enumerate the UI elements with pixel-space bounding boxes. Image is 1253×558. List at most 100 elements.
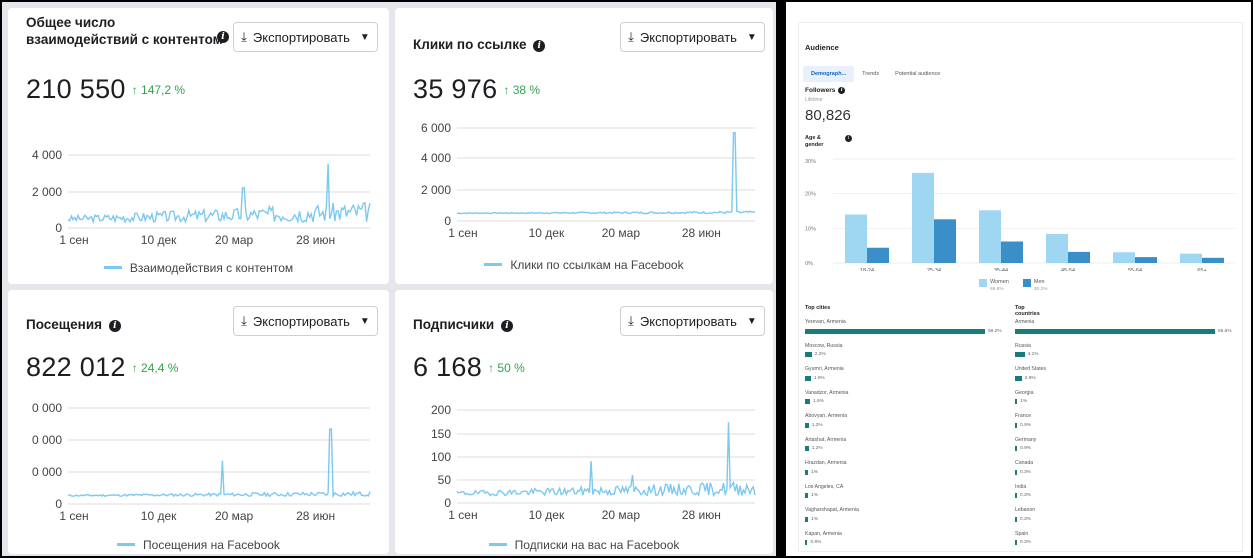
visits-card: Посещения i ⤓ Экспортировать ▼ 822 012 ↑ …: [8, 290, 389, 554]
bar-men-18-24[interactable]: [867, 247, 889, 263]
location-bar: [1015, 375, 1022, 381]
tab-demographics[interactable]: Demograph...: [803, 66, 855, 82]
location-bar-wrap: 0.3%: [1015, 515, 1237, 523]
location-bar: [1015, 352, 1025, 357]
location-name: Armenia: [1015, 319, 1035, 325]
series-line: [67, 163, 371, 225]
location-row: Spain 0.3%: [1015, 531, 1237, 555]
chevron-down-icon: ▼: [359, 315, 370, 327]
bar-women-35-44[interactable]: [979, 210, 1001, 263]
info-icon[interactable]: i: [838, 87, 846, 94]
series-line: [456, 132, 756, 215]
bar-women-45-54[interactable]: [1046, 233, 1068, 263]
location-bar: [1015, 493, 1017, 498]
top-countries-label: Top countries: [1015, 305, 1040, 317]
download-icon: ⤓: [241, 313, 247, 328]
bar-men-55-64[interactable]: [1135, 257, 1157, 263]
audience-card: Audience Demograph... Trends Potential a…: [798, 22, 1243, 552]
location-row: Artashat, Armenia 1.2%: [805, 437, 1005, 461]
info-icon[interactable]: i: [217, 31, 229, 43]
info-icon[interactable]: i: [845, 135, 852, 142]
legend-label: Взаимодействия с контентом: [129, 261, 294, 275]
location-pct: 0.9%: [1020, 446, 1032, 451]
bar-men-45-54[interactable]: [1068, 251, 1090, 263]
location-row: Los Angeles, CA 1%: [805, 484, 1005, 508]
export-button[interactable]: ⤓ Экспортировать ▼: [620, 22, 765, 52]
location-pct: 0.3%: [1020, 516, 1031, 522]
download-icon: ⤓: [628, 313, 634, 328]
x-tick-label: 28 июн: [682, 508, 721, 522]
location-row: Kapan, Armenia 0.8%: [805, 531, 1005, 555]
location-name: Yerevan, Armenia: [805, 319, 846, 325]
location-bar-wrap: 0.9%: [1015, 445, 1237, 453]
location-row: Armenia 85.6%: [1015, 319, 1237, 343]
x-tick-label: 20 мар: [215, 233, 254, 247]
x-tick-label: 20 мар: [602, 508, 641, 522]
location-name: Lebanon: [1015, 507, 1036, 513]
bar-women-18-24[interactable]: [845, 214, 867, 263]
card-title-text: Посещения: [26, 317, 103, 332]
export-button[interactable]: ⤓ Экспортировать ▼: [620, 306, 765, 336]
countries-list: Armenia 85.6% Russia 4.1% United States 2.9% G…: [1015, 319, 1237, 554]
location-row: Vagharshapat, Armenia 1%: [805, 507, 1005, 531]
content-interactions-card: Общее число взаимодействий с контентом i…: [8, 8, 389, 284]
location-bar-wrap: 1.9%: [805, 374, 1005, 382]
info-icon[interactable]: i: [533, 40, 546, 52]
location-bar: [1015, 399, 1018, 404]
y-tick-label: 4 000: [421, 151, 451, 165]
followers-card: Подписчики i ⤓ Экспортировать ▼ 6 168 ↑ 5…: [395, 290, 773, 554]
legend-men-label: Men: [1033, 279, 1045, 285]
location-pct: 1.9%: [813, 375, 825, 381]
card-title: Клики по ссылке i: [413, 36, 613, 53]
location-pct: 0.3%: [1020, 493, 1031, 498]
chevron-down-icon: ▼: [746, 315, 757, 327]
location-pct: 58.2%: [988, 328, 1002, 334]
location-pct: 0.8%: [810, 540, 822, 545]
age-gender-bar-chart: 30% 20% 10% 0% 18-24 25-34 35-44 45-54 55-64 65+: [805, 158, 1235, 271]
bar-women-25-34[interactable]: [912, 172, 934, 263]
tab-trends[interactable]: Trends: [854, 66, 887, 82]
y-tick-label: 0 000: [32, 465, 62, 479]
export-button[interactable]: ⤓ Экспортировать ▼: [233, 306, 378, 336]
location-bar: [1015, 446, 1018, 451]
download-icon: ⤓: [241, 29, 247, 44]
location-name: Canada: [1015, 460, 1034, 466]
chart-legend: Посещения на Facebook: [8, 538, 389, 552]
location-bar: [1015, 469, 1017, 475]
y-tick-label: 200: [431, 403, 451, 417]
export-button[interactable]: ⤓ Экспортировать ▼: [233, 22, 378, 52]
x-tick-label: 55-64: [1128, 268, 1142, 271]
legend-women-pct: 69.8%: [990, 287, 1004, 292]
audience-panel: Audience Demograph... Trends Potential a…: [784, 0, 1253, 558]
card-title-text: Общее число взаимодействий с контентом: [26, 15, 223, 47]
followers-value: 80,826: [805, 107, 851, 124]
location-row: Lebanon 0.3%: [1015, 507, 1237, 531]
legend-women: Women 69.8%: [979, 279, 1009, 292]
bar-men-25-34[interactable]: [934, 219, 956, 263]
info-icon[interactable]: i: [108, 320, 121, 332]
bar-men-35-44[interactable]: [1001, 241, 1023, 263]
bar-legend: Women 69.8% Men 30.2%: [979, 279, 1047, 292]
info-icon[interactable]: i: [500, 320, 513, 332]
tab-potential-audience[interactable]: Potential audience: [887, 66, 948, 82]
card-title-text: Клики по ссылке: [413, 37, 527, 52]
location-bar-wrap: 1%: [1015, 398, 1237, 406]
chart-legend: Подписки на вас на Facebook: [395, 538, 773, 552]
bar-women-55-64[interactable]: [1113, 252, 1135, 263]
legend-swatch: [103, 266, 122, 269]
x-tick-label: 1 сен: [448, 226, 477, 240]
bar-women-65+[interactable]: [1180, 253, 1202, 263]
location-bar-wrap: 0.3%: [1015, 468, 1237, 476]
location-name: Vanadzor, Armenia: [805, 389, 849, 396]
location-bar-wrap: 2.2%: [805, 351, 1005, 359]
legend-men: Men 30.2%: [1022, 279, 1047, 292]
location-bar-wrap: 2.9%: [1015, 374, 1237, 382]
y-tick-label: 150: [431, 427, 451, 441]
location-pct: 0.3%: [1020, 469, 1031, 475]
location-name: Hrazdan, Armenia: [805, 460, 847, 466]
bar-men-65+[interactable]: [1202, 257, 1224, 263]
location-name: United States: [1015, 366, 1047, 372]
location-bar: [805, 516, 809, 522]
line-chart: 2001501005001 сен 10 дек 20 мар 28 июн: [431, 403, 756, 522]
metric-number: 210 550: [26, 74, 126, 104]
